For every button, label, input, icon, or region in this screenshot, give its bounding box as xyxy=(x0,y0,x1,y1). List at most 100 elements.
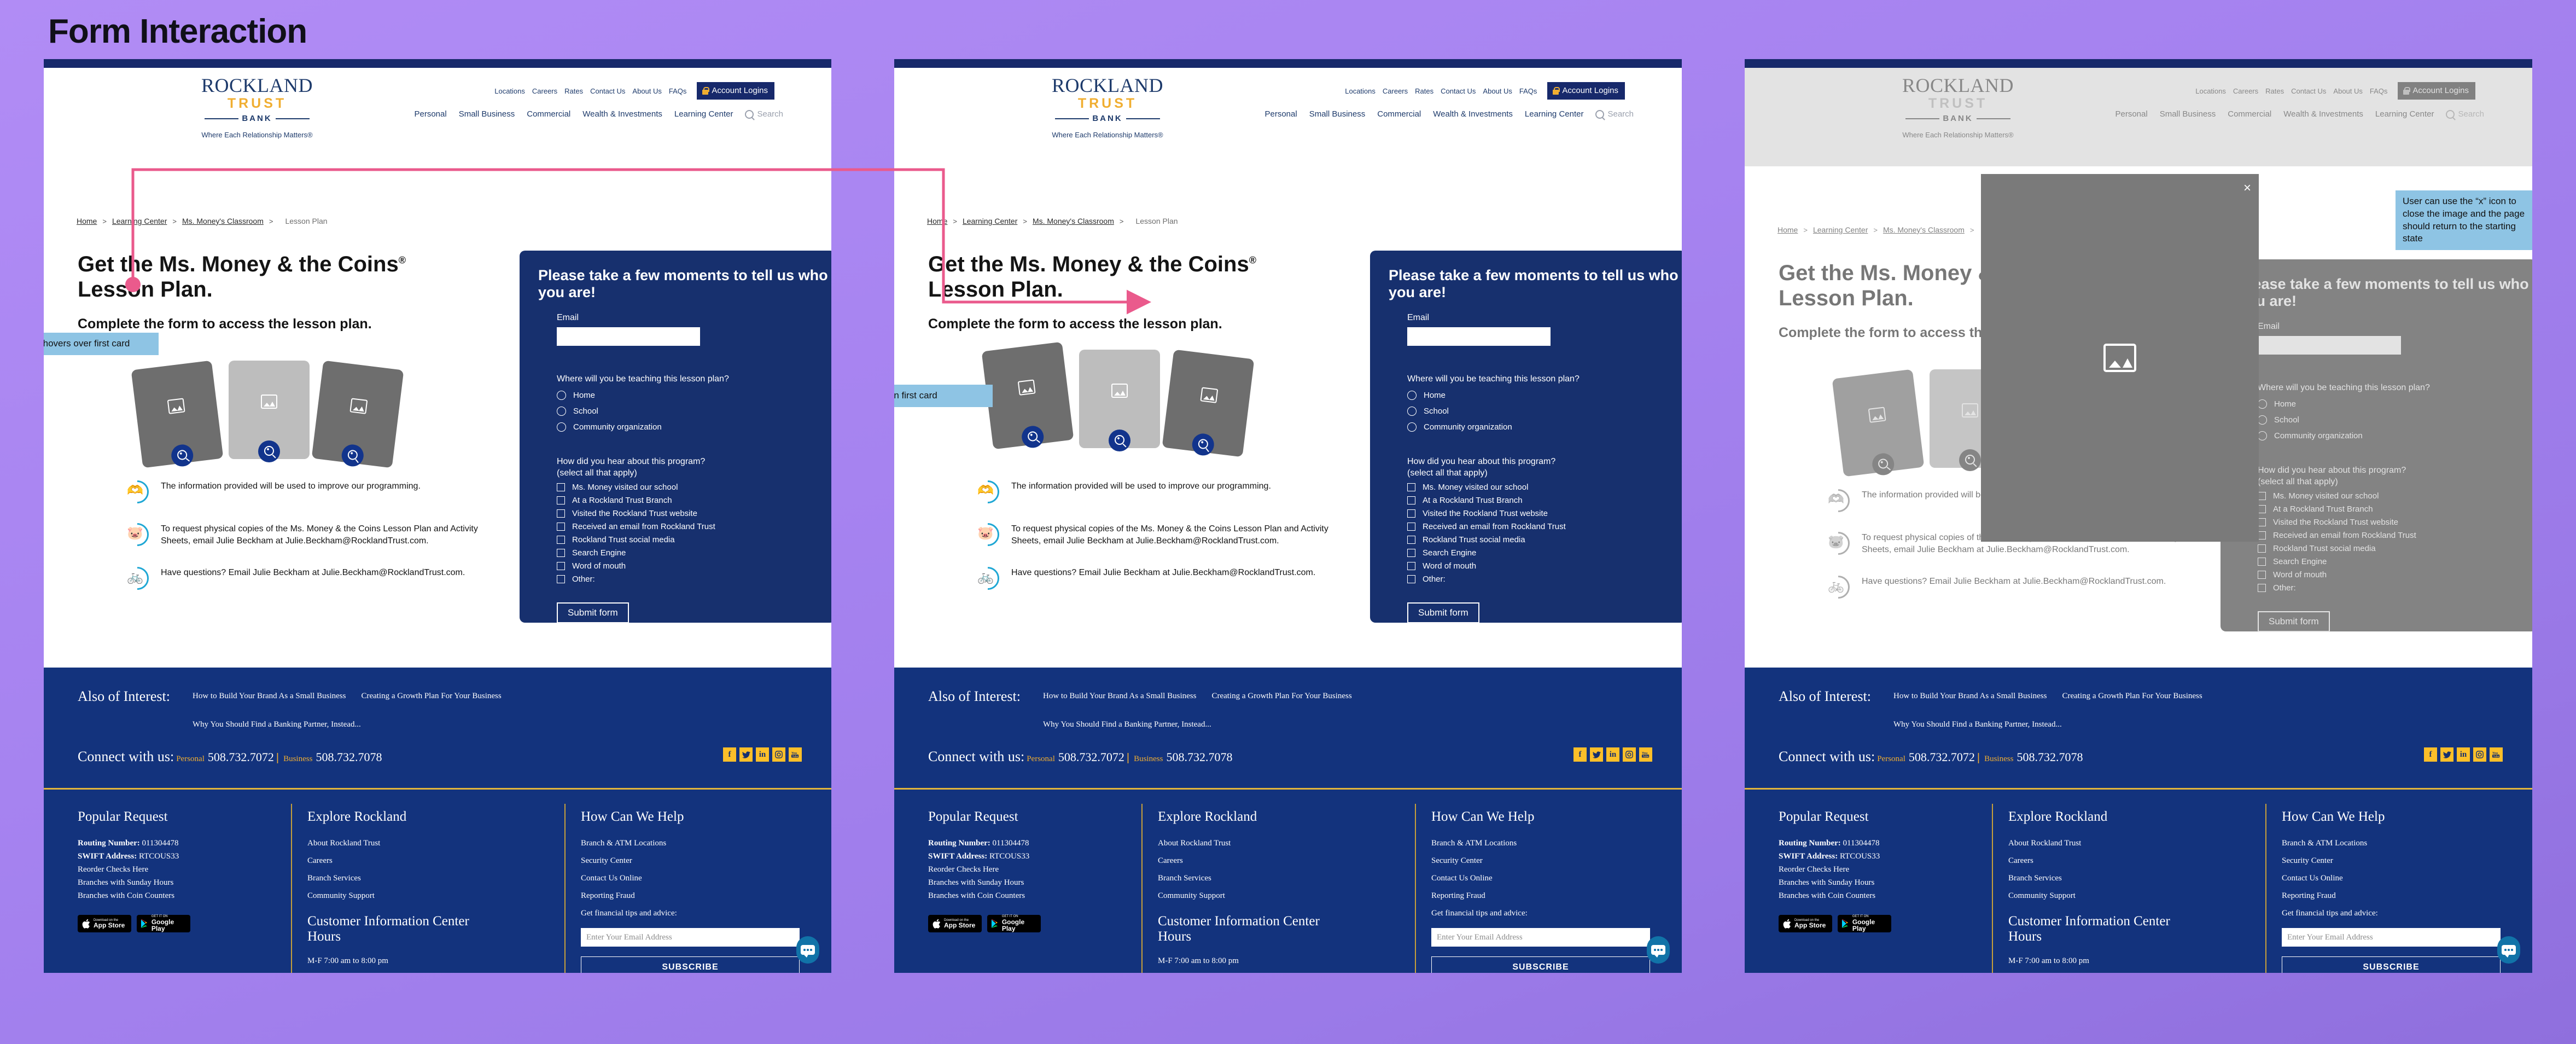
nav-wealth-investments[interactable]: Wealth & Investments xyxy=(2283,109,2363,119)
twitter-icon[interactable] xyxy=(2440,747,2453,762)
checkbox-option-0[interactable]: Ms. Money visited our school xyxy=(1407,483,1682,492)
facebook-icon[interactable]: f xyxy=(1573,747,1587,762)
breadcrumb-ms-moneys-classroom[interactable]: Ms. Money's Classroom xyxy=(182,217,264,225)
gallery-card-2[interactable] xyxy=(1079,350,1160,451)
footer-link-careers[interactable]: Careers xyxy=(1158,856,1415,866)
close-icon[interactable]: × xyxy=(2243,182,2251,195)
personal-phone[interactable]: 508.732.7072 xyxy=(208,750,274,764)
chat-widget-button[interactable] xyxy=(2497,936,2520,964)
footer-link-branch-atm[interactable]: Branch & ATM Locations xyxy=(581,839,811,848)
search-control[interactable]: Search xyxy=(745,109,783,119)
footer-link-about[interactable]: About Rockland Trust xyxy=(307,839,564,848)
gallery-card-3[interactable] xyxy=(311,360,404,468)
util-nav-rates[interactable]: Rates xyxy=(564,87,583,95)
email-input[interactable] xyxy=(557,327,700,346)
nav-small-business[interactable]: Small Business xyxy=(459,109,515,119)
zoom-in-button[interactable] xyxy=(1959,449,1981,471)
nav-personal[interactable]: Personal xyxy=(1265,109,1297,119)
zoom-in-button[interactable] xyxy=(1020,425,1045,449)
zoom-in-button[interactable] xyxy=(1109,430,1130,451)
footer-link-branch-services[interactable]: Branch Services xyxy=(307,874,564,883)
twitter-icon[interactable] xyxy=(739,747,753,762)
footer-link-contact-online[interactable]: Contact Us Online xyxy=(581,874,811,883)
footer-link-sunday-hours[interactable]: Branches with Sunday Hours xyxy=(78,878,302,888)
app-store-badge[interactable]: Download on the App Store xyxy=(78,915,131,932)
search-control[interactable]: Search xyxy=(1595,109,1634,119)
newsletter-email-input[interactable]: Enter Your Email Address xyxy=(2282,928,2501,947)
util-nav-about-us[interactable]: About Us xyxy=(2333,87,2362,95)
util-nav-about-us[interactable]: About Us xyxy=(632,87,661,95)
google-play-badge[interactable]: GET IT ON Google Play xyxy=(137,915,190,932)
subscribe-button[interactable]: SUBSCRIBE xyxy=(1431,956,1650,973)
zoom-in-button[interactable] xyxy=(258,440,280,462)
personal-phone[interactable]: 508.732.7072 xyxy=(1058,750,1124,764)
email-input[interactable] xyxy=(2258,336,2401,355)
radio-option-home[interactable]: Home xyxy=(557,391,831,400)
breadcrumb-home[interactable]: Home xyxy=(77,217,97,225)
twitter-icon[interactable] xyxy=(1590,747,1603,762)
footer-link-sunday-hours[interactable]: Branches with Sunday Hours xyxy=(1779,878,2003,888)
breadcrumb-ms-moneys-classroom[interactable]: Ms. Money's Classroom xyxy=(1883,225,1965,234)
footer-link-community-support[interactable]: Community Support xyxy=(1158,891,1415,901)
checkbox-option-0[interactable]: Ms. Money visited our school xyxy=(2258,491,2532,501)
checkbox-option-4[interactable]: Rockland Trust social media xyxy=(2258,544,2532,553)
footer-link-about[interactable]: About Rockland Trust xyxy=(1158,839,1415,848)
util-nav-locations[interactable]: Locations xyxy=(494,87,525,95)
interest-link-0[interactable]: How to Build Your Brand As a Small Busin… xyxy=(1893,692,2047,701)
footer-link-branch-services[interactable]: Branch Services xyxy=(1158,874,1415,883)
interest-link-0[interactable]: How to Build Your Brand As a Small Busin… xyxy=(1043,692,1196,701)
gallery-card-3[interactable] xyxy=(1162,349,1255,457)
radio-option-school[interactable]: School xyxy=(2258,415,2532,425)
radio-option-school[interactable]: School xyxy=(557,407,831,416)
footer-link-reorder-checks[interactable]: Reorder Checks Here xyxy=(928,865,1152,874)
account-logins-button[interactable]: Account Logins xyxy=(2398,82,2475,100)
checkbox-option-6[interactable]: Word of mouth xyxy=(557,561,831,571)
footer-link-coin-counters[interactable]: Branches with Coin Counters xyxy=(1779,891,2003,901)
footer-link-reorder-checks[interactable]: Reorder Checks Here xyxy=(1779,865,2003,874)
nav-commercial[interactable]: Commercial xyxy=(527,109,570,119)
footer-link-sunday-hours[interactable]: Branches with Sunday Hours xyxy=(928,878,1152,888)
nav-learning-center[interactable]: Learning Center xyxy=(674,109,733,119)
nav-small-business[interactable]: Small Business xyxy=(2160,109,2216,119)
footer-link-coin-counters[interactable]: Branches with Coin Counters xyxy=(928,891,1152,901)
util-nav-about-us[interactable]: About Us xyxy=(1483,87,1512,95)
chat-widget-button[interactable] xyxy=(796,936,819,964)
breadcrumb-home[interactable]: Home xyxy=(1777,225,1798,234)
youtube-icon[interactable]: You Tube xyxy=(1639,747,1652,762)
checkbox-option-7[interactable]: Other: xyxy=(2258,583,2532,593)
gallery-card-1[interactable] xyxy=(131,360,224,468)
checkbox-option-1[interactable]: At a Rockland Trust Branch xyxy=(1407,496,1682,505)
checkbox-option-1[interactable]: At a Rockland Trust Branch xyxy=(557,496,831,505)
util-nav-locations[interactable]: Locations xyxy=(1345,87,1376,95)
footer-link-branch-services[interactable]: Branch Services xyxy=(2008,874,2265,883)
google-play-badge[interactable]: GET IT ON Google Play xyxy=(987,915,1041,932)
breadcrumb-learning-center[interactable]: Learning Center xyxy=(963,217,1017,225)
youtube-icon[interactable]: You Tube xyxy=(789,747,802,762)
rockland-trust-logo[interactable]: ROCKLAND TRUST BANK Where Each Relations… xyxy=(1887,76,2029,139)
footer-link-security-center[interactable]: Security Center xyxy=(581,856,811,866)
nav-wealth-investments[interactable]: Wealth & Investments xyxy=(582,109,662,119)
gallery-card-2[interactable] xyxy=(229,361,310,462)
interest-link-1[interactable]: Creating a Growth Plan For Your Business xyxy=(361,692,501,701)
nav-personal[interactable]: Personal xyxy=(2115,109,2148,119)
nav-wealth-investments[interactable]: Wealth & Investments xyxy=(1433,109,1513,119)
gallery-card-1[interactable] xyxy=(1832,369,1925,477)
footer-link-community-support[interactable]: Community Support xyxy=(307,891,564,901)
footer-link-contact-online[interactable]: Contact Us Online xyxy=(2282,874,2511,883)
facebook-icon[interactable]: f xyxy=(723,747,736,762)
linkedin-icon[interactable]: in xyxy=(2457,747,2470,762)
submit-form-button[interactable]: Submit form xyxy=(2258,611,2330,633)
radio-option-community-organization[interactable]: Community organization xyxy=(557,422,831,432)
checkbox-option-7[interactable]: Other: xyxy=(557,575,831,584)
breadcrumb-learning-center[interactable]: Learning Center xyxy=(112,217,167,225)
checkbox-option-4[interactable]: Rockland Trust social media xyxy=(557,535,831,544)
zoom-in-button[interactable] xyxy=(1191,432,1216,457)
util-nav-careers[interactable]: Careers xyxy=(1383,87,1408,95)
nav-learning-center[interactable]: Learning Center xyxy=(2375,109,2434,119)
checkbox-option-3[interactable]: Received an email from Rockland Trust xyxy=(557,522,831,531)
footer-link-community-support[interactable]: Community Support xyxy=(2008,891,2265,901)
google-play-badge[interactable]: GET IT ON Google Play xyxy=(1838,915,1891,932)
breadcrumb-home[interactable]: Home xyxy=(927,217,947,225)
util-nav-contact-us[interactable]: Contact Us xyxy=(2291,87,2326,95)
util-nav-rates[interactable]: Rates xyxy=(1415,87,1433,95)
